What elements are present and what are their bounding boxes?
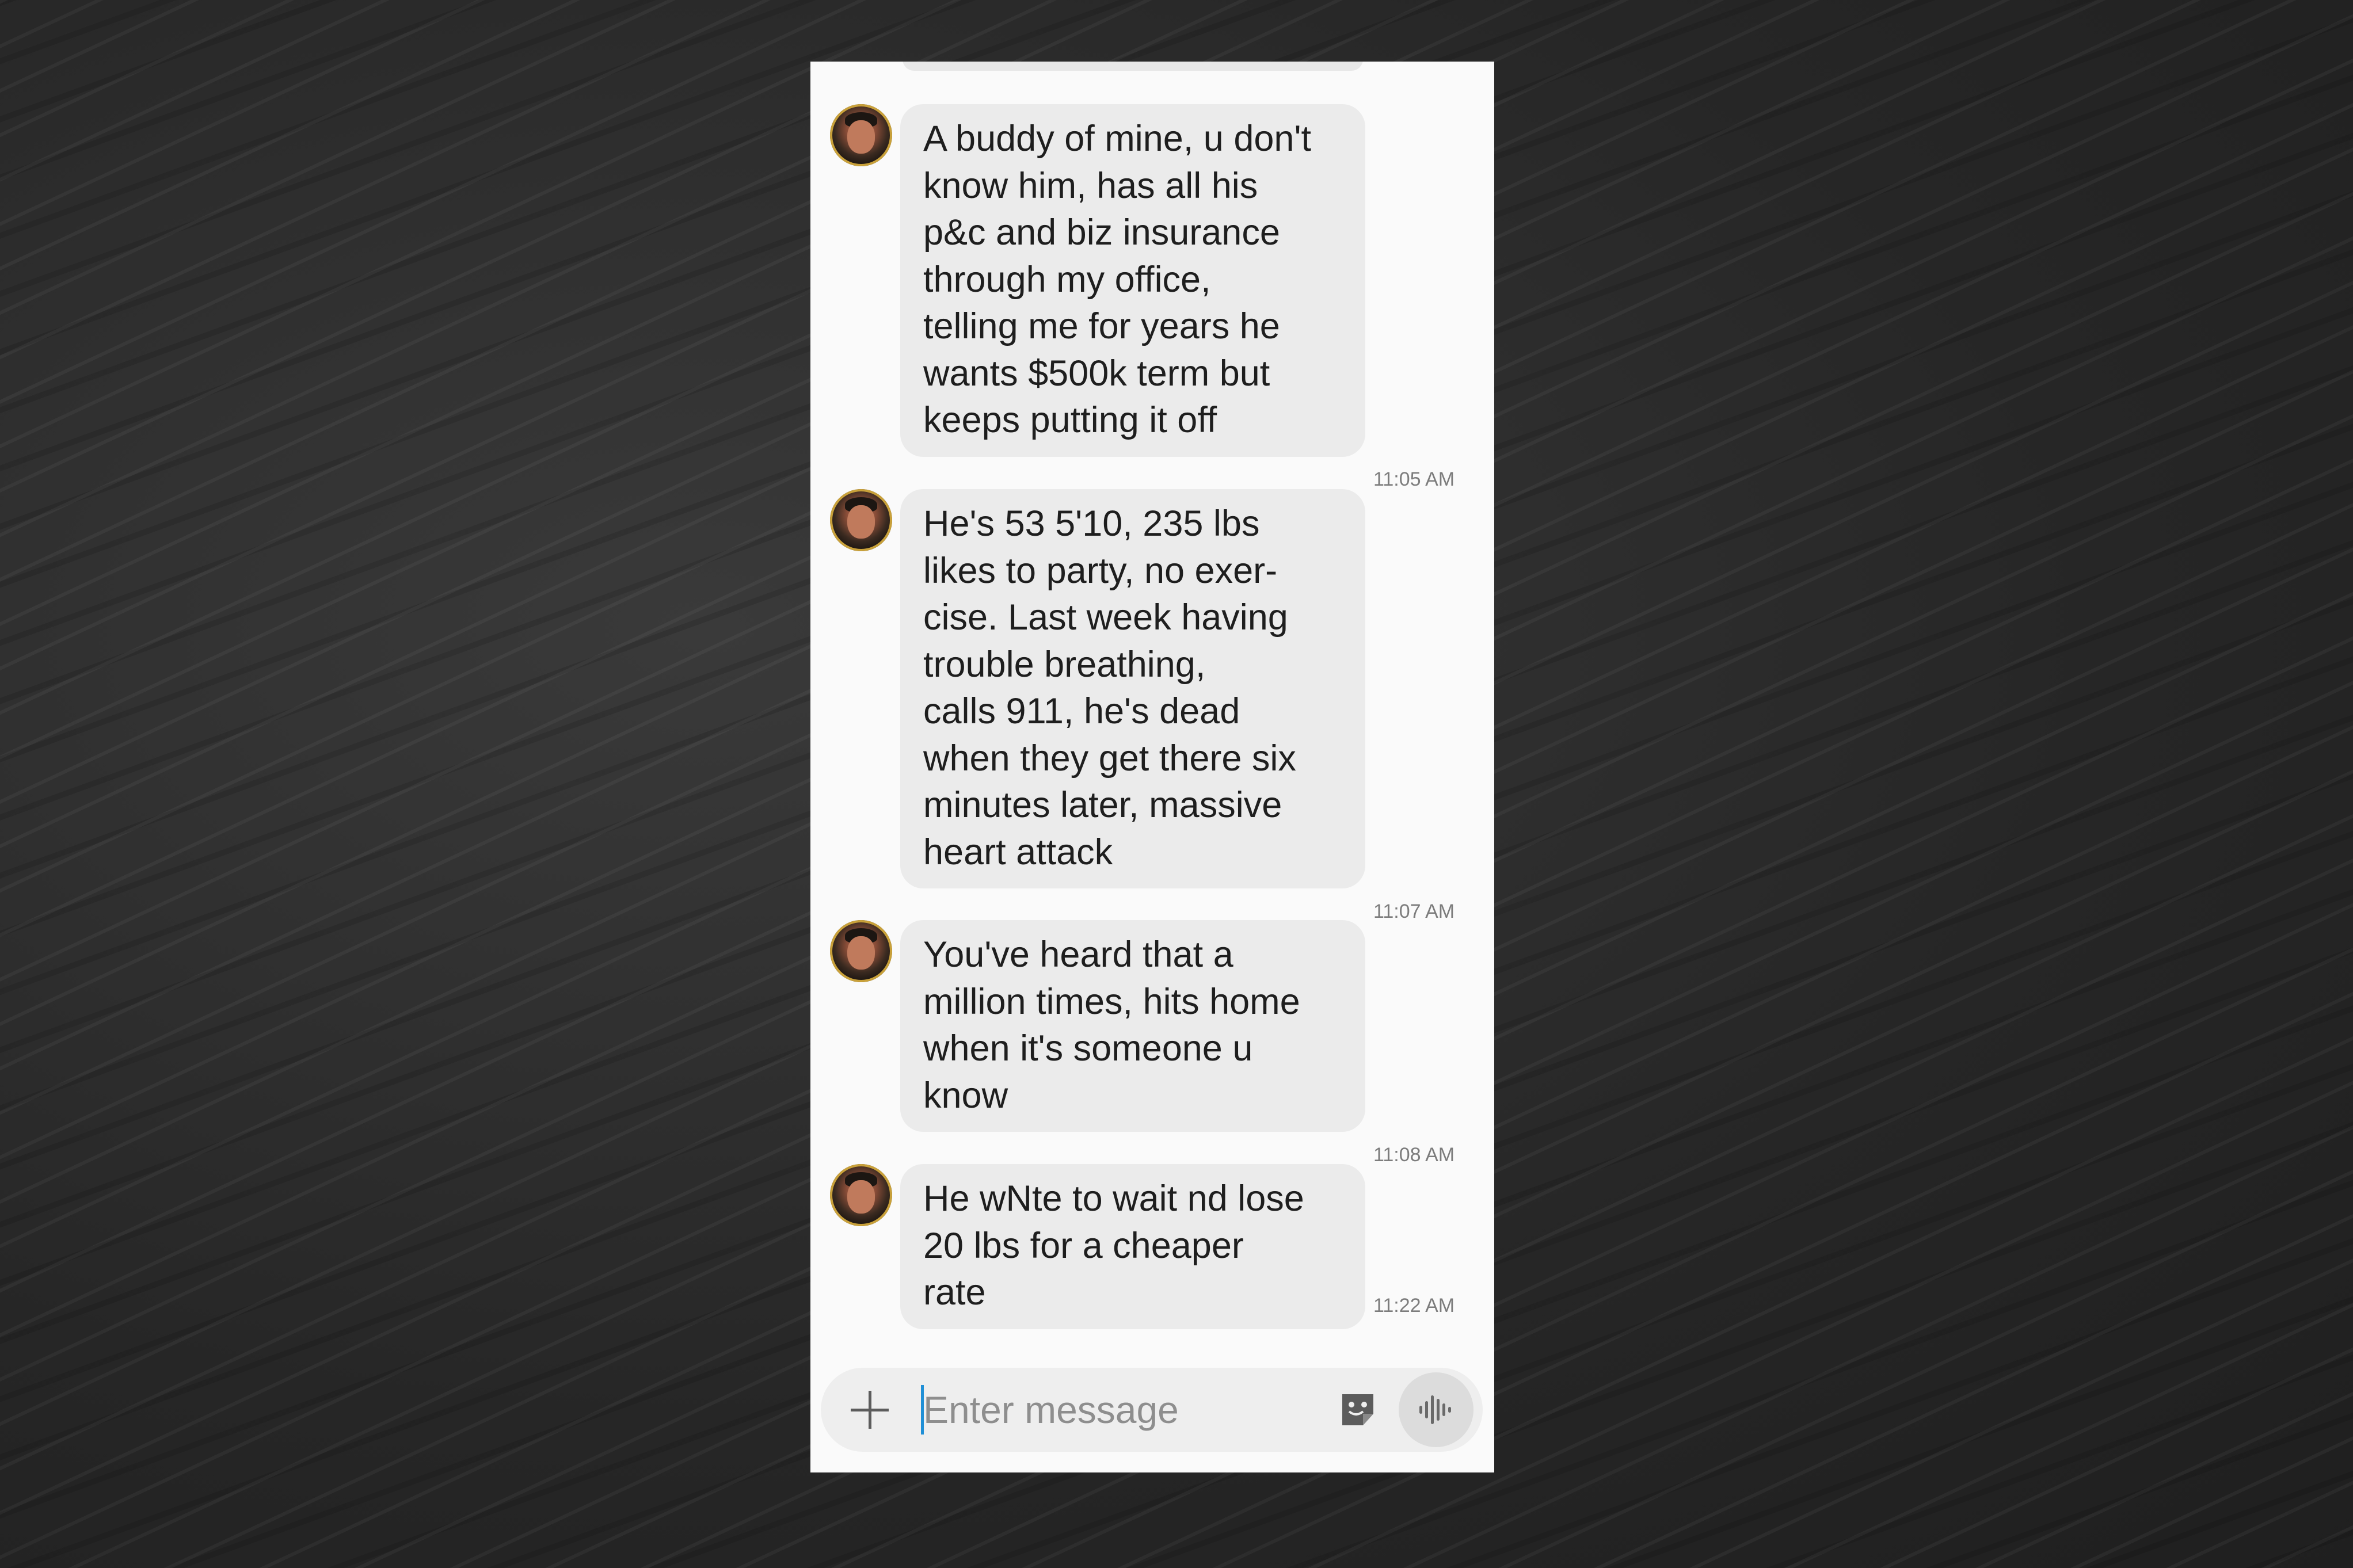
message-timestamp: 11:22 AM (1373, 1295, 1455, 1317)
message-input[interactable] (923, 1383, 1303, 1437)
voice-wave-icon (1419, 1395, 1451, 1424)
message-bubble[interactable]: You've heard that a million times, hits … (900, 920, 1365, 1132)
messages-screen: A buddy of mine, u don't know him, has a… (810, 62, 1494, 1472)
plus-icon[interactable] (851, 1391, 889, 1429)
contact-avatar[interactable] (830, 920, 892, 982)
message-bubble[interactable]: He's 53 5'10, 235 lbs likes to party, no… (900, 489, 1365, 888)
voice-record-button[interactable] (1399, 1372, 1474, 1447)
message-timestamp: 11:05 AM (1373, 468, 1455, 490)
contact-avatar[interactable] (830, 1164, 892, 1226)
contact-avatar[interactable] (830, 489, 892, 551)
previous-message-bubble (903, 62, 1363, 71)
message-bubble[interactable]: A buddy of mine, u don't know him, has a… (900, 104, 1365, 457)
message-bubble[interactable]: He wNte to wait nd lose 20 lbs for a che… (900, 1164, 1365, 1329)
message-composer (821, 1368, 1483, 1452)
message-timestamp: 11:08 AM (1373, 1144, 1455, 1166)
message-timestamp: 11:07 AM (1373, 901, 1455, 922)
sticker-icon[interactable] (1339, 1392, 1377, 1428)
contact-avatar[interactable] (830, 104, 892, 166)
